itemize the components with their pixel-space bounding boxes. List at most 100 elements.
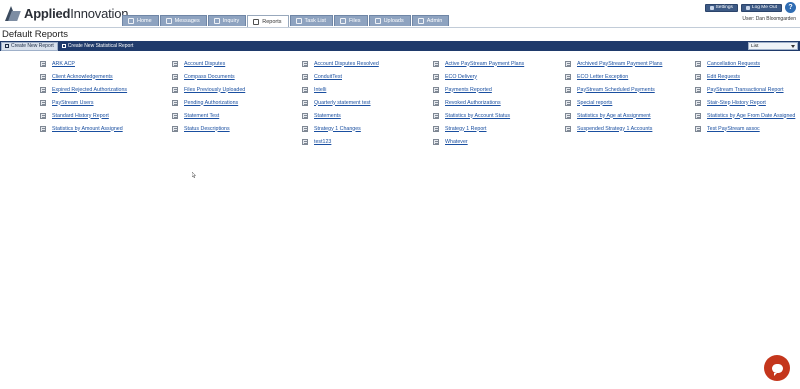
tab-admin[interactable]: Admin	[411, 15, 450, 26]
report-item[interactable]: ConduitTest	[302, 70, 430, 83]
settings-button[interactable]: Settings	[704, 3, 738, 12]
report-link[interactable]: Account Disputes Resolved	[314, 61, 379, 67]
report-item[interactable]: Statements	[302, 109, 430, 122]
report-item[interactable]: Strategy 1 Report	[433, 122, 561, 135]
report-link[interactable]: PayStream Transactional Report	[707, 87, 784, 93]
report-link[interactable]: Compass Documents	[184, 74, 235, 80]
report-item[interactable]: Pending Authorizations	[172, 96, 300, 109]
report-link[interactable]: ECO Delivery	[445, 74, 477, 80]
report-item[interactable]: Statistics by Age From Date Assigned	[695, 109, 800, 122]
inquiry-icon	[213, 18, 220, 24]
report-item[interactable]: Client Acknowledgements	[40, 70, 168, 83]
report-link[interactable]: PayStream Scheduled Payments	[577, 87, 655, 93]
report-document-icon	[40, 112, 46, 119]
report-document-icon	[565, 125, 571, 132]
report-item[interactable]: Special reports	[565, 96, 693, 109]
report-link[interactable]: Statistics by Age at Assignment	[577, 113, 651, 119]
report-item[interactable]: Statement Test	[172, 109, 300, 122]
tab-reports[interactable]: Reports	[247, 15, 289, 27]
report-item[interactable]: PayStream Transactional Report	[695, 83, 800, 96]
report-link[interactable]: Suspended Strategy 1 Accounts	[577, 126, 652, 132]
report-item[interactable]: Strategy 1 Changes	[302, 122, 430, 135]
report-link[interactable]: Statements	[314, 113, 341, 119]
report-link[interactable]: Archived PayStream Payment Plans	[577, 61, 662, 67]
logout-button[interactable]: Log Me Out	[740, 3, 782, 12]
report-link[interactable]: Strategy 1 Changes	[314, 126, 361, 132]
report-link[interactable]: Pending Authorizations	[184, 100, 238, 106]
tab-uploads[interactable]: Uploads	[368, 15, 411, 26]
report-item[interactable]: Stair-Step History Report	[695, 96, 800, 109]
report-link[interactable]: Statement Test	[184, 113, 219, 119]
report-link[interactable]: Payments Reported	[445, 87, 492, 93]
report-item[interactable]: Intelli	[302, 83, 430, 96]
report-link[interactable]: Status Descriptions	[184, 126, 230, 132]
report-item[interactable]: PayStream Users	[40, 96, 168, 109]
tab-home[interactable]: Home	[122, 15, 159, 26]
report-link[interactable]: Statistics by Amount Assigned	[52, 126, 123, 132]
report-item[interactable]: Quarterly statement test	[302, 96, 430, 109]
report-link[interactable]: Intelli	[314, 87, 326, 93]
report-link[interactable]: Special reports	[577, 100, 612, 106]
report-link[interactable]: Active PayStream Payment Plans	[445, 61, 524, 67]
report-item[interactable]: ECO Delivery	[433, 70, 561, 83]
report-link[interactable]: Statistics by Account Status	[445, 113, 510, 119]
report-link[interactable]: Whatever	[445, 139, 468, 145]
report-link[interactable]: Statistics by Age From Date Assigned	[707, 113, 795, 119]
report-item[interactable]: Revoked Authorizations	[433, 96, 561, 109]
tab-inquiry[interactable]: Inquiry	[207, 15, 247, 26]
report-item[interactable]: Standard History Report	[40, 109, 168, 122]
report-link[interactable]: ConduitTest	[314, 74, 342, 80]
create-statistical-report-button[interactable]: Create New Statistical Report	[59, 42, 137, 51]
report-link[interactable]: Strategy 1 Report	[445, 126, 487, 132]
report-link[interactable]: ECO Letter Exception	[577, 74, 628, 80]
report-item[interactable]: ECO Letter Exception	[565, 70, 693, 83]
report-item[interactable]: Cancellation Requests	[695, 57, 800, 70]
report-item[interactable]: Account Disputes Resolved	[302, 57, 430, 70]
report-link[interactable]: Expired Rejected Authorizations	[52, 87, 127, 93]
report-item[interactable]: test123	[302, 135, 430, 148]
report-item[interactable]: PayStream Scheduled Payments	[565, 83, 693, 96]
help-icon[interactable]: ?	[785, 2, 796, 13]
report-link[interactable]: Quarterly statement test	[314, 100, 371, 106]
report-document-icon	[302, 99, 308, 106]
report-item[interactable]: Test PayStream assoc	[695, 122, 800, 135]
report-link[interactable]: Standard History Report	[52, 113, 109, 119]
app-logo[interactable]: AppliedInnovation	[4, 6, 128, 21]
report-item[interactable]: Statistics by Account Status	[433, 109, 561, 122]
report-document-icon	[433, 86, 439, 93]
report-item[interactable]: Edit Requests	[695, 70, 800, 83]
tab-messages[interactable]: Messages	[159, 15, 207, 26]
report-link[interactable]: Stair-Step History Report	[707, 100, 766, 106]
report-item[interactable]: Compass Documents	[172, 70, 300, 83]
report-link[interactable]: ARK ACP	[52, 61, 75, 67]
report-link[interactable]: Edit Requests	[707, 74, 740, 80]
tab-task-list[interactable]: Task List	[289, 15, 333, 26]
report-item[interactable]: Statistics by Age at Assignment	[565, 109, 693, 122]
chat-widget-button[interactable]	[764, 355, 790, 381]
report-document-icon	[172, 73, 178, 80]
report-link[interactable]: Test PayStream assoc	[707, 126, 760, 132]
view-select[interactable]: List	[748, 42, 798, 50]
report-link[interactable]: Files Previously Uploaded	[184, 87, 245, 93]
report-link[interactable]: Account Disputes	[184, 61, 225, 67]
report-item[interactable]: Active PayStream Payment Plans	[433, 57, 561, 70]
report-item[interactable]: Account Disputes	[172, 57, 300, 70]
report-link[interactable]: Revoked Authorizations	[445, 100, 501, 106]
report-document-icon	[40, 60, 46, 67]
chat-bubble-icon	[771, 363, 783, 376]
report-item[interactable]: Whatever	[433, 135, 561, 148]
report-item[interactable]: Suspended Strategy 1 Accounts	[565, 122, 693, 135]
report-item[interactable]: Archived PayStream Payment Plans	[565, 57, 693, 70]
report-item[interactable]: Files Previously Uploaded	[172, 83, 300, 96]
report-link[interactable]: test123	[314, 139, 331, 145]
report-link[interactable]: Client Acknowledgements	[52, 74, 113, 80]
create-report-button[interactable]: Create New Report	[1, 41, 58, 51]
report-link[interactable]: Cancellation Requests	[707, 61, 760, 67]
report-item[interactable]: Expired Rejected Authorizations	[40, 83, 168, 96]
report-link[interactable]: PayStream Users	[52, 100, 94, 106]
report-item[interactable]: ARK ACP	[40, 57, 168, 70]
report-item[interactable]: Payments Reported	[433, 83, 561, 96]
report-item[interactable]: Status Descriptions	[172, 122, 300, 135]
tab-files[interactable]: Files	[333, 15, 368, 26]
report-item[interactable]: Statistics by Amount Assigned	[40, 122, 168, 135]
